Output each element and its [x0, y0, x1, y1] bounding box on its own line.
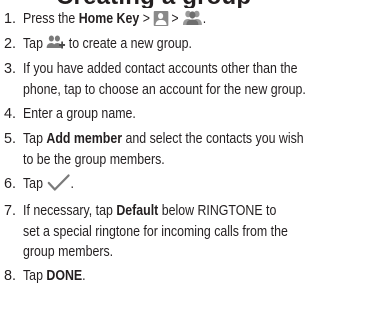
step-text: Tap: [23, 176, 47, 192]
step-text: below RINGTONE to: [158, 203, 277, 219]
checkmark-icon: [46, 174, 70, 191]
step-number: 2.: [4, 36, 17, 52]
step-text: to create a new group.: [65, 36, 192, 52]
add-member-label: Add member: [46, 131, 123, 147]
step-text: phone, tap to choose an account for the …: [23, 81, 306, 98]
contacts-icon: [153, 11, 168, 26]
step-number: 3.: [4, 61, 17, 77]
section-heading: Creating a group: [0, 0, 388, 8]
step-text: Tap: [23, 36, 47, 52]
home-key-label: Home Key: [78, 11, 140, 27]
default-label: Default: [116, 203, 159, 219]
step-number: 8.: [4, 268, 17, 284]
done-label: DONE: [46, 268, 83, 284]
period-text: .: [70, 176, 74, 192]
groups-icon: [182, 9, 203, 26]
step-number: 5.: [4, 131, 17, 147]
step-text: Tap: [23, 131, 47, 147]
separator-text: >: [139, 11, 154, 27]
step-text: If necessary, tap: [23, 203, 117, 219]
period-text: .: [202, 11, 207, 27]
step-text: group members.: [23, 244, 114, 260]
step-text: Press the: [23, 11, 79, 27]
step-text: to be the group members.: [23, 151, 165, 168]
step-number: 1.: [4, 11, 17, 27]
step-number: 7.: [4, 203, 17, 219]
step-number: 6.: [4, 176, 17, 192]
separator-text: >: [167, 11, 183, 27]
step-number: 4.: [4, 106, 17, 122]
step-text: Tap: [23, 268, 47, 284]
step-text: and select the contacts you wish: [122, 131, 304, 147]
period-text: .: [82, 268, 86, 284]
add-group-icon: [46, 34, 66, 51]
step-text: Enter a group name.: [23, 106, 136, 122]
step-text: set a special ringtone for incoming call…: [23, 223, 288, 240]
step-text: If you have added contact accounts other…: [23, 61, 298, 77]
